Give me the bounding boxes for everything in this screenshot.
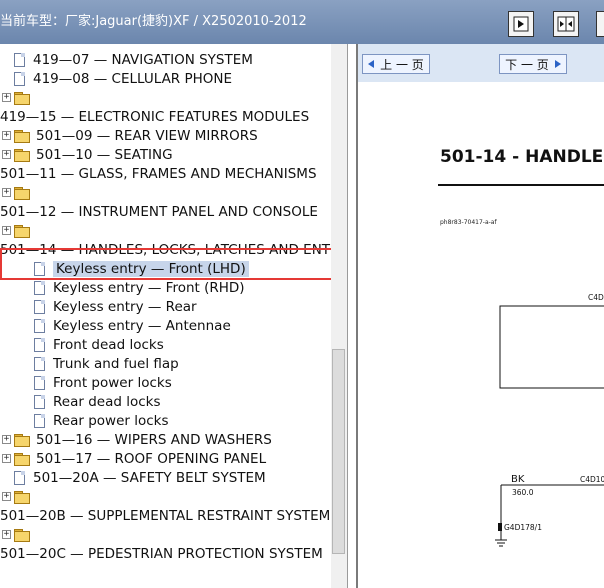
tree-row[interactable]: Trunk and fuel flap bbox=[34, 354, 179, 373]
document-icon bbox=[34, 280, 45, 295]
folder-icon bbox=[14, 528, 30, 542]
tree-row[interactable]: 501—12 — INSTRUMENT PANEL AND CONSOLE bbox=[0, 202, 318, 221]
window-control-button[interactable] bbox=[596, 11, 604, 37]
split-pane-icon bbox=[557, 16, 575, 32]
wire-color-label: BK bbox=[511, 474, 525, 485]
expand-toggle-icon[interactable]: + bbox=[2, 188, 11, 197]
wire-size-label: 360.0 bbox=[512, 488, 534, 497]
tree-row-label: 501—16 — WIPERS AND WASHERS bbox=[36, 431, 272, 448]
connector-top-label: C4D bbox=[588, 293, 604, 302]
tree-scrollbar[interactable] bbox=[331, 44, 347, 588]
folder-icon bbox=[14, 224, 30, 238]
tree-row[interactable]: + bbox=[2, 221, 30, 240]
tree-row-label: Front power locks bbox=[53, 374, 172, 391]
tree-row-label: 501—20B — SUPPLEMENTAL RESTRAINT SYSTEM bbox=[0, 507, 331, 524]
document-icon bbox=[14, 52, 25, 67]
tree-row[interactable]: +501—16 — WIPERS AND WASHERS bbox=[2, 430, 272, 449]
tree-row[interactable]: + bbox=[2, 487, 30, 506]
folder-icon bbox=[14, 129, 30, 143]
document-icon bbox=[14, 470, 25, 485]
folder-icon bbox=[14, 490, 30, 504]
expand-toggle-icon[interactable]: + bbox=[2, 226, 11, 235]
tree-row[interactable]: 501—20C — PEDESTRIAN PROTECTION SYSTEM bbox=[0, 544, 323, 563]
tree-row[interactable]: 501—20B — SUPPLEMENTAL RESTRAINT SYSTEM bbox=[0, 506, 330, 525]
tree-row[interactable]: Front power locks bbox=[34, 373, 172, 392]
scrollbar-thumb[interactable] bbox=[332, 349, 345, 554]
expand-toggle-icon[interactable]: + bbox=[2, 150, 11, 159]
tree-row-label: Rear power locks bbox=[53, 412, 169, 429]
tree-row-label: 501—11 — GLASS, FRAMES AND MECHANISMS bbox=[0, 165, 317, 182]
document-icon bbox=[34, 356, 45, 371]
document-icon bbox=[34, 394, 45, 409]
tree-row[interactable]: 419—07 — NAVIGATION SYSTEM bbox=[14, 50, 253, 69]
tree-row[interactable]: 419—15 — ELECTRONIC FEATURES MODULES bbox=[0, 107, 309, 126]
tree-row[interactable]: + bbox=[2, 88, 30, 107]
tree-row[interactable]: Keyless entry — Rear bbox=[34, 297, 197, 316]
module-box bbox=[499, 305, 604, 389]
tree-row-label: Front dead locks bbox=[53, 336, 164, 353]
split-pane-button[interactable] bbox=[553, 11, 579, 37]
expand-toggle-icon[interactable]: + bbox=[2, 435, 11, 444]
tree-row-label: 419—15 — ELECTRONIC FEATURES MODULES bbox=[0, 108, 310, 125]
tree-row[interactable]: 501—11 — GLASS, FRAMES AND MECHANISMS bbox=[0, 164, 317, 183]
tree-row-label: Rear dead locks bbox=[53, 393, 161, 410]
expand-toggle-icon[interactable]: + bbox=[2, 93, 11, 102]
expand-toggle-icon[interactable]: + bbox=[2, 530, 11, 539]
ground-ref-label: G4D178/1 bbox=[504, 523, 542, 532]
document-icon bbox=[34, 413, 45, 428]
tree-row[interactable]: +501—09 — REAR VIEW MIRRORS bbox=[2, 126, 258, 145]
tree-row-label: Keyless entry — Rear bbox=[53, 298, 197, 315]
title-bar: 当前车型：厂家:Jaguar(捷豹)XF / X2502010-2012 bbox=[0, 0, 604, 44]
contents-tree: 419—07 — NAVIGATION SYSTEM 419—08 — CELLU… bbox=[0, 44, 348, 588]
collapse-left-pane-icon bbox=[513, 16, 529, 32]
wiring-diagram bbox=[495, 305, 604, 547]
folder-icon bbox=[14, 186, 30, 200]
expand-toggle-icon[interactable]: + bbox=[2, 131, 11, 140]
tree-row-label: 501—17 — ROOF OPENING PANEL bbox=[36, 450, 267, 467]
tree-row[interactable]: Keyless entry — Front (RHD) bbox=[34, 278, 245, 297]
tree-row[interactable]: Front dead locks bbox=[34, 335, 164, 354]
document-icon bbox=[14, 71, 25, 86]
tree-row-label: Trunk and fuel flap bbox=[53, 355, 179, 372]
tree-row[interactable]: +501—10 — SEATING bbox=[2, 145, 173, 164]
tree-row-label: 501—12 — INSTRUMENT PANEL AND CONSOLE bbox=[0, 203, 318, 220]
highlight-box bbox=[0, 248, 344, 280]
tree-row[interactable]: Rear power locks bbox=[34, 411, 169, 430]
tree-row[interactable]: 501—20A — SAFETY BELT SYSTEM bbox=[14, 468, 266, 487]
connector-right-label: C4D10 bbox=[580, 475, 604, 484]
document-icon bbox=[34, 318, 45, 333]
tree-row[interactable]: Rear dead locks bbox=[34, 392, 161, 411]
collapse-left-pane-button[interactable] bbox=[508, 11, 534, 37]
expand-toggle-icon[interactable]: + bbox=[2, 492, 11, 501]
tree-row-label: 419—07 — NAVIGATION SYSTEM bbox=[33, 51, 253, 68]
folder-icon bbox=[14, 148, 30, 162]
connector-pin bbox=[498, 523, 502, 531]
tree-row[interactable]: 419—08 — CELLULAR PHONE bbox=[14, 69, 232, 88]
tree-row-label: 501—10 — SEATING bbox=[36, 146, 173, 163]
document-viewer: 上 一 页 下 一 页 501-14 - HANDLE ph8r83-70417… bbox=[356, 44, 604, 588]
document-icon bbox=[34, 375, 45, 390]
tree-row-label: 501—09 — REAR VIEW MIRRORS bbox=[36, 127, 258, 144]
tree-row[interactable]: +501—17 — ROOF OPENING PANEL bbox=[2, 449, 266, 468]
tree-row-label: Keyless entry — Antennae bbox=[53, 317, 231, 334]
folder-icon bbox=[14, 91, 30, 105]
tree-row[interactable]: + bbox=[2, 183, 30, 202]
tree-row-label: Keyless entry — Front (RHD) bbox=[53, 279, 245, 296]
tree-row[interactable]: Keyless entry — Antennae bbox=[34, 316, 231, 335]
tree-row-label: 419—08 — CELLULAR PHONE bbox=[33, 70, 233, 87]
tree-row[interactable]: + bbox=[2, 525, 30, 544]
expand-toggle-icon[interactable]: + bbox=[2, 454, 11, 463]
tree-row-label: 501—20C — PEDESTRIAN PROTECTION SYSTEM bbox=[0, 545, 323, 562]
window-title: 当前车型：厂家:Jaguar(捷豹)XF / X2502010-2012 bbox=[0, 14, 307, 29]
folder-icon bbox=[14, 452, 30, 466]
document-icon bbox=[34, 299, 45, 314]
document-icon bbox=[34, 337, 45, 352]
tree-row-label: 501—20A — SAFETY BELT SYSTEM bbox=[33, 469, 266, 486]
folder-icon bbox=[14, 433, 30, 447]
